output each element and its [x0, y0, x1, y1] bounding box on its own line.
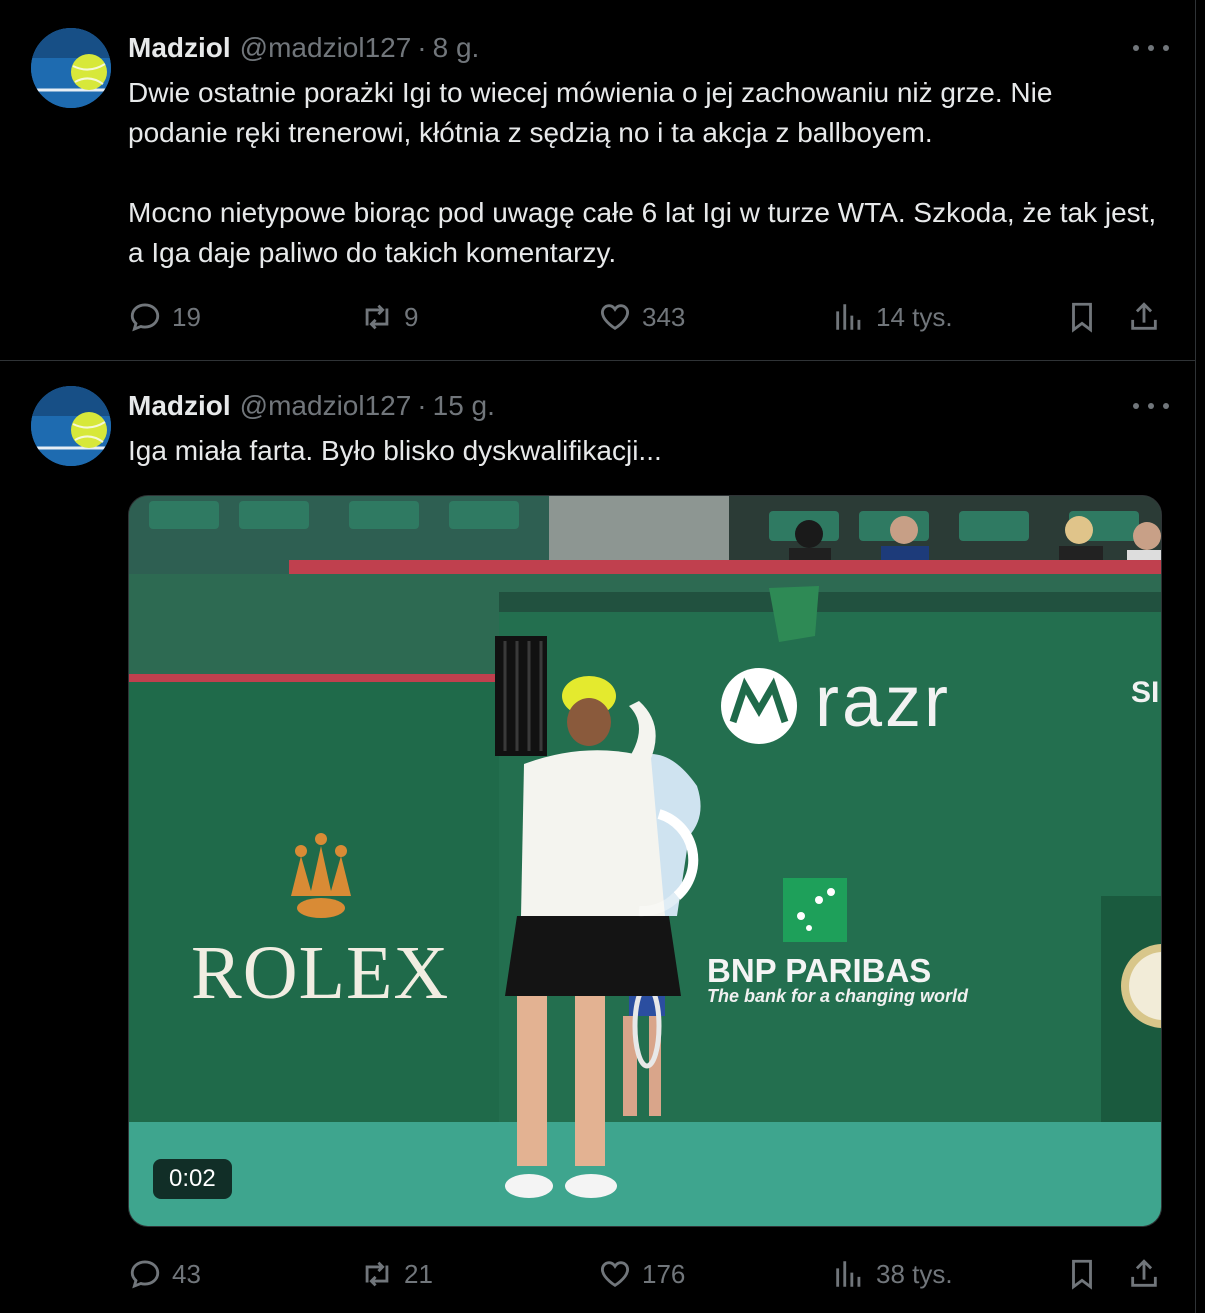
tweet-actions: 43 21 176 38 tys.: [128, 1254, 1168, 1294]
repost-arrows-icon: [365, 304, 389, 330]
tweet[interactable]: Madziol @madziol127 · 15 g. Iga miała fa…: [0, 361, 1196, 1313]
views-count: 38 tys.: [876, 1258, 953, 1289]
separator: ·: [417, 32, 427, 63]
tweet-actions: 19 9 343 14 tys.: [128, 297, 1168, 337]
bar-chart-icon: [836, 304, 861, 330]
partial-sign: SI: [1131, 676, 1160, 709]
author-handle[interactable]: @madziol127: [240, 390, 412, 422]
video-frame: [129, 496, 1161, 1226]
views-button[interactable]: 14 tys.: [832, 297, 953, 337]
repost-button[interactable]: 21: [360, 1254, 433, 1294]
views-count: 14 tys.: [876, 301, 953, 332]
bookmark-button[interactable]: [1065, 297, 1099, 337]
author-name[interactable]: Madziol: [128, 390, 231, 422]
share-button[interactable]: [1127, 1254, 1161, 1294]
bookmark-icon: [1072, 302, 1092, 333]
repost-count: 9: [404, 301, 419, 332]
timestamp[interactable]: 15 g.: [433, 390, 495, 422]
reply-button[interactable]: 43: [128, 1254, 201, 1294]
like-button[interactable]: 176: [598, 1254, 685, 1294]
speech-bubble-icon: [130, 1260, 160, 1289]
heart-icon: [601, 1261, 629, 1287]
author-name[interactable]: Madziol: [128, 32, 231, 64]
repost-button[interactable]: 9: [360, 297, 418, 337]
repost-arrows-icon: [365, 1261, 389, 1287]
share-button[interactable]: [1127, 297, 1161, 337]
reply-count: 19: [172, 301, 201, 332]
share-upload-icon: [1131, 302, 1157, 330]
repost-count: 21: [404, 1258, 433, 1289]
tweet-header: Madziol @madziol127 · 8 g.: [128, 31, 479, 65]
avatar[interactable]: [31, 386, 111, 466]
more-options-button[interactable]: [1133, 394, 1169, 418]
avatar[interactable]: [31, 28, 111, 108]
reply-count: 43: [172, 1258, 201, 1289]
more-dots-icon: [1133, 45, 1139, 51]
video-duration: 0:02: [153, 1159, 232, 1199]
heart-icon: [601, 304, 629, 330]
like-button[interactable]: 343: [598, 297, 685, 337]
video-player[interactable]: ROLEX razr SI BNP PARIBAS The bank for a…: [128, 495, 1162, 1227]
bnp-tagline: The bank for a changing world: [707, 986, 969, 1006]
tennis-ball-avatar-icon: [31, 386, 111, 466]
author-handle[interactable]: @madziol127: [240, 32, 412, 64]
like-count: 176: [642, 1258, 686, 1289]
timeline-feed: Madziol @madziol127 · 8 g. Dwie ostatnie…: [0, 0, 1196, 1313]
speech-bubble-icon: [130, 303, 160, 332]
more-options-button[interactable]: [1133, 36, 1169, 60]
rolex-sign: ROLEX: [191, 931, 450, 1015]
timestamp[interactable]: 8 g.: [433, 32, 480, 64]
tweet-text: Dwie ostatnie porażki Igi to wiecej mówi…: [128, 77, 1157, 268]
tweet-text: Iga miała farta. Było blisko dyskwalifik…: [128, 435, 662, 466]
share-upload-icon: [1131, 1259, 1157, 1287]
more-dots-icon: [1133, 403, 1139, 409]
like-count: 343: [642, 301, 686, 332]
bar-chart-icon: [836, 1261, 861, 1287]
separator: ·: [417, 390, 427, 421]
razr-sign: razr: [815, 662, 951, 742]
views-button[interactable]: 38 tys.: [832, 1254, 953, 1294]
bookmark-icon: [1072, 1259, 1092, 1290]
reply-button[interactable]: 19: [128, 297, 201, 337]
bnp-sign: BNP PARIBAS: [707, 952, 932, 989]
bookmark-button[interactable]: [1065, 1254, 1099, 1294]
tweet-header: Madziol @madziol127 · 15 g.: [128, 389, 495, 423]
tweet[interactable]: Madziol @madziol127 · 8 g. Dwie ostatnie…: [0, 0, 1196, 361]
tennis-ball-avatar-icon: [31, 28, 111, 108]
